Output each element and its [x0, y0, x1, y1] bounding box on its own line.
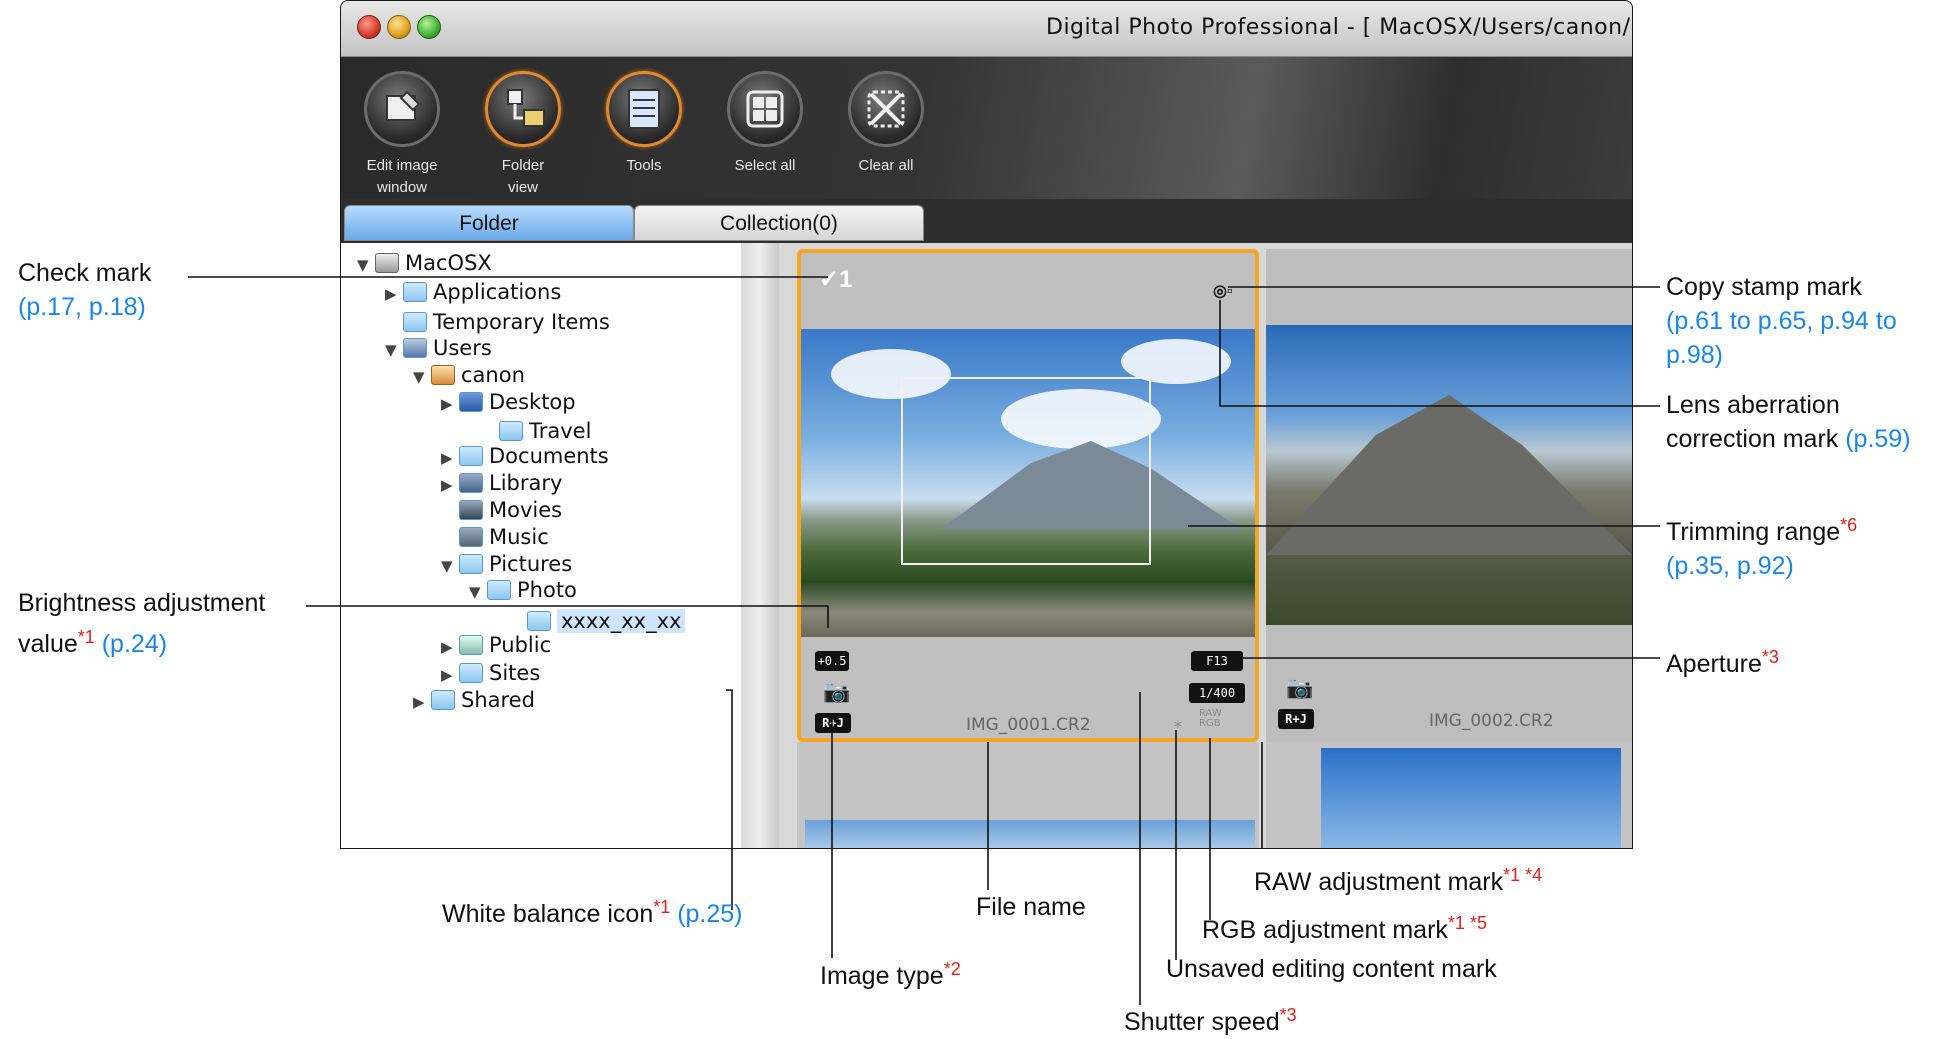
callout-text: correction mark [1666, 425, 1839, 453]
callout-text: Copy stamp mark [1666, 273, 1862, 301]
page-reference-link[interactable]: (p.61 to p.65, p.94 to [1666, 307, 1897, 335]
callout-text: File name [976, 893, 1086, 921]
callout-text: Check mark [18, 259, 152, 287]
callout-text: Brightness adjustment [18, 589, 266, 617]
callout-brightness: Brightness adjustment value*1 (p.24) [18, 586, 265, 661]
page-reference-link[interactable]: (p.59) [1845, 425, 1910, 453]
page-reference-link[interactable]: (p.25) [677, 900, 742, 928]
callout-shutter-speed: Shutter speed*3 [1124, 998, 1297, 1039]
footnote-marker: *1 [77, 627, 95, 647]
callout-text: Aperture [1666, 650, 1762, 678]
callout-unsaved: Unsaved editing content mark [1166, 952, 1497, 986]
callout-trimming-range: Trimming range*6 (p.35, p.92) [1666, 508, 1857, 583]
footnote-marker: *3 [1279, 1005, 1297, 1025]
callout-aperture: Aperture*3 [1666, 640, 1779, 681]
callout-lens-aberration: Lens aberration correction mark (p.59) [1666, 388, 1911, 456]
callout-text: Lens aberration [1666, 391, 1840, 419]
callout-text: RGB adjustment mark [1202, 916, 1448, 944]
callout-text: value [18, 630, 78, 658]
callout-copy-stamp: Copy stamp mark (p.61 to p.65, p.94 to p… [1666, 270, 1897, 372]
callout-image-type: Image type*2 [820, 952, 961, 993]
callout-file-name: File name [976, 890, 1086, 924]
callout-raw-adjustment: RAW adjustment mark*1 *4 [1254, 858, 1542, 899]
footnote-marker: *3 [1761, 647, 1779, 667]
callout-text: Trimming range [1666, 518, 1841, 546]
footnote-marker: *1 *4 [1503, 865, 1543, 885]
callout-rgb-adjustment: RGB adjustment mark*1 *5 [1202, 906, 1487, 947]
footnote-marker: *2 [943, 959, 961, 979]
page-reference-link[interactable]: (p.24) [102, 630, 167, 658]
footnote-marker: *1 *5 [1447, 913, 1487, 933]
callout-white-balance: White balance icon*1 (p.25) [442, 890, 743, 931]
footnote-marker: *6 [1840, 515, 1858, 535]
callout-lines [188, 276, 1660, 1005]
page-reference-link[interactable]: p.98) [1666, 341, 1723, 369]
callout-text: Image type [820, 962, 944, 990]
callout-check-mark: Check mark (p.17, p.18) [18, 256, 151, 324]
callout-text: RAW adjustment mark [1254, 868, 1504, 896]
footnote-marker: *1 [653, 897, 671, 917]
page-reference-link[interactable]: (p.17, p.18) [18, 293, 146, 321]
callout-text: Unsaved editing content mark [1166, 955, 1497, 983]
page-reference-link[interactable]: (p.35, p.92) [1666, 552, 1794, 580]
callout-text: White balance icon [442, 900, 654, 928]
